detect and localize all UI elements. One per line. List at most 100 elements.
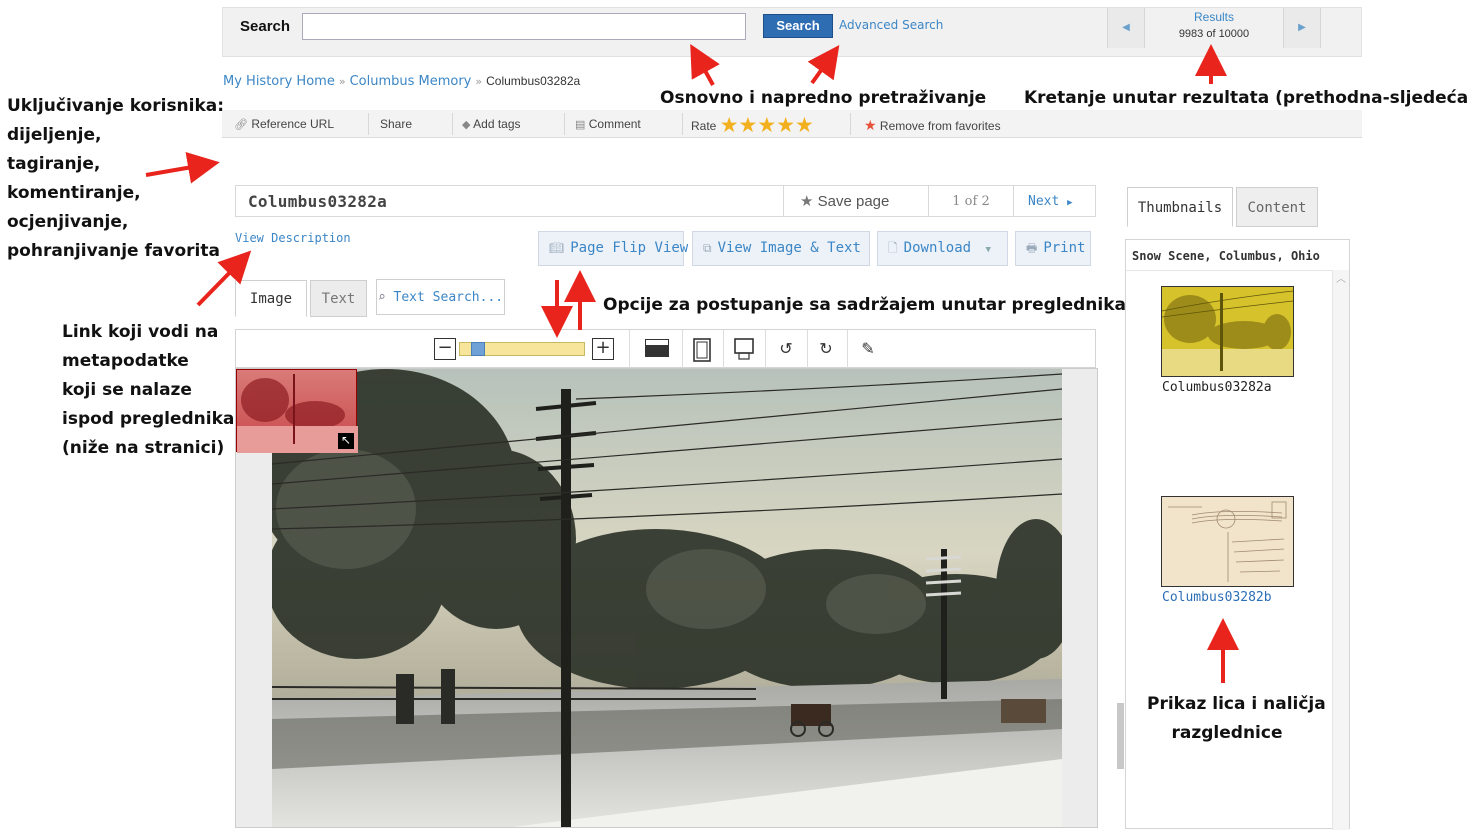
- add-tags-button[interactable]: ◆ Add tags: [462, 117, 521, 131]
- results-title: Results: [1193, 10, 1234, 24]
- share-label: Share: [380, 117, 413, 131]
- fit-width-icon[interactable]: [733, 338, 755, 360]
- breadcrumb-home[interactable]: My History Home: [223, 74, 335, 89]
- save-page-label: Save page: [817, 193, 890, 210]
- view-image-text-label: View Image & Text: [717, 240, 861, 256]
- rating-star-icon[interactable]: ★: [720, 114, 739, 137]
- zoom-slider-handle[interactable]: [471, 342, 485, 356]
- text-search-label: Text Search...: [393, 290, 504, 305]
- rating-star-icon[interactable]: ★: [776, 114, 795, 137]
- zoom-in-icon[interactable]: +: [592, 338, 614, 360]
- annotation-postcard: Prikaz lica i naličja razglednice: [1147, 694, 1326, 743]
- rating-stars[interactable]: ★★★★★: [720, 115, 814, 136]
- annotate-pencil-icon[interactable]: ✎: [855, 336, 881, 362]
- thumbnail-label-front: Columbus03282a: [1162, 380, 1272, 395]
- annotation-viewer-options: Opcije za postupanje sa sadržajem unutar…: [603, 295, 1126, 315]
- next-label: Next: [1028, 194, 1060, 209]
- triangle-right-icon: ▶: [1298, 22, 1306, 33]
- background-toggle-icon[interactable]: [645, 339, 669, 357]
- document-icon: 🗋︎: [888, 241, 898, 255]
- arrow-to-view-description: [196, 250, 252, 307]
- advanced-search-link[interactable]: Advanced Search: [839, 18, 943, 32]
- caret-down-icon: ▼: [985, 245, 991, 255]
- triangle-left-icon: ◀: [1122, 22, 1130, 33]
- zoom-out-icon[interactable]: −: [434, 338, 456, 360]
- print-label: Print: [1043, 240, 1086, 256]
- results-prev-button[interactable]: ◀: [1107, 8, 1145, 48]
- rating-star-icon[interactable]: ★: [757, 114, 776, 137]
- rating-star-icon[interactable]: ★: [795, 114, 814, 137]
- search-label: Search: [240, 18, 291, 35]
- rating-widget[interactable]: Rate ★★★★★: [691, 115, 814, 136]
- triangle-right-icon: ▶: [1067, 198, 1073, 208]
- rotate-left-icon[interactable]: ↺: [773, 336, 799, 362]
- star-icon: ★: [800, 193, 814, 210]
- thumbnail-back[interactable]: [1161, 496, 1294, 587]
- rate-label: Rate: [691, 119, 717, 133]
- search-bar: Search Search Advanced Search ◀ Results …: [222, 7, 1362, 57]
- search-input[interactable]: [302, 13, 746, 40]
- page-count: 1 of 2: [928, 186, 1013, 216]
- results-count: 9983 of 10000: [1178, 28, 1250, 40]
- page-flip-view-button[interactable]: 📖︎ Page Flip View: [538, 231, 688, 266]
- text-search-button[interactable]: ⌕ Text Search...: [376, 279, 505, 315]
- save-page-button[interactable]: ★ Save page: [783, 186, 928, 216]
- expand-arrow-icon[interactable]: ↖: [338, 433, 354, 449]
- results-next-button[interactable]: ▶: [1283, 8, 1321, 48]
- navigator-thumbnail[interactable]: ↖: [236, 369, 358, 453]
- share-button[interactable]: Share: [380, 117, 412, 131]
- fit-page-icon[interactable]: [693, 338, 711, 362]
- comment-icon: ▤: [575, 119, 586, 131]
- rotate-right-icon[interactable]: ↻: [813, 336, 839, 362]
- view-description-link[interactable]: View Description: [235, 231, 351, 245]
- annotation-results-nav: Kretanje unutar rezultata (prethodna-slj…: [1024, 88, 1467, 108]
- breadcrumb-current: Columbus03282a: [486, 74, 581, 88]
- favorite-star-icon: ★: [864, 117, 877, 133]
- print-button[interactable]: 🖶︎ Print: [1015, 231, 1091, 266]
- download-label: Download: [903, 240, 972, 256]
- image-text-icon: ⧉: [703, 241, 712, 255]
- sidebar-item-title: Snow Scene, Columbus, Ohio: [1132, 249, 1320, 263]
- reference-url-button[interactable]: 🔗︎ Reference URL: [234, 117, 334, 131]
- reference-url-label: Reference URL: [251, 117, 335, 131]
- arrow-to-advanced-search: [807, 45, 840, 85]
- tab-image[interactable]: Image: [235, 280, 307, 317]
- thumbnail-front[interactable]: [1161, 286, 1294, 377]
- action-bar: 🔗︎ Reference URL Share ◆ Add tags ▤ Comm…: [222, 110, 1362, 138]
- book-icon: 📖︎: [549, 241, 565, 255]
- arrow-to-search: [690, 44, 720, 86]
- tab-thumbnails[interactable]: Thumbnails: [1127, 187, 1233, 227]
- viewer-scrollbar-thumb[interactable]: [1117, 703, 1124, 769]
- page-flip-label: Page Flip View: [570, 240, 689, 256]
- comment-label: Comment: [588, 117, 641, 131]
- annotation-metadata-link: Link koji vodi na metapodatke koji se na…: [62, 322, 235, 458]
- zoom-slider[interactable]: [459, 342, 585, 356]
- annotation-search: Osnovno i napredno pretraživanje: [660, 88, 987, 108]
- tab-text[interactable]: Text: [310, 280, 367, 317]
- breadcrumb-separator: »: [338, 75, 346, 88]
- breadcrumb: My History Home» Columbus Memory» Columbus…: [223, 74, 580, 89]
- viewer-toolbar: − + ↺ ↻ ✎: [235, 329, 1096, 368]
- view-image-text-button[interactable]: ⧉ View Image & Text: [692, 231, 870, 266]
- breadcrumb-collection[interactable]: Columbus Memory: [350, 74, 472, 89]
- rating-star-icon[interactable]: ★: [739, 114, 758, 137]
- search-icon: ⌕: [377, 290, 386, 305]
- tag-icon: ◆: [462, 119, 471, 131]
- link-icon: 🔗︎: [234, 119, 248, 131]
- breadcrumb-separator: »: [475, 75, 483, 88]
- postcard-image: [236, 369, 1097, 827]
- item-header: Columbus03282a ★ Save page 1 of 2 Next ▶: [235, 185, 1096, 217]
- item-title: Columbus03282a: [248, 192, 388, 211]
- printer-icon: 🖶︎: [1026, 241, 1038, 255]
- comment-button[interactable]: ▤ Comment: [575, 117, 641, 131]
- sidebar-scrollbar[interactable]: ︿: [1332, 270, 1349, 830]
- remove-favorites-button[interactable]: ★ Remove from favorites: [864, 117, 1001, 134]
- add-tags-label: Add tags: [473, 117, 521, 131]
- thumbnail-label-back[interactable]: Columbus03282b: [1162, 590, 1272, 605]
- search-button[interactable]: Search: [763, 14, 833, 38]
- chevron-up-icon: ︿: [1336, 274, 1346, 285]
- next-page-button[interactable]: Next ▶: [1013, 186, 1096, 216]
- tab-content[interactable]: Content: [1236, 187, 1318, 227]
- download-button[interactable]: 🗋︎ Download ▼: [877, 231, 1008, 266]
- image-viewer[interactable]: ↖: [235, 368, 1098, 828]
